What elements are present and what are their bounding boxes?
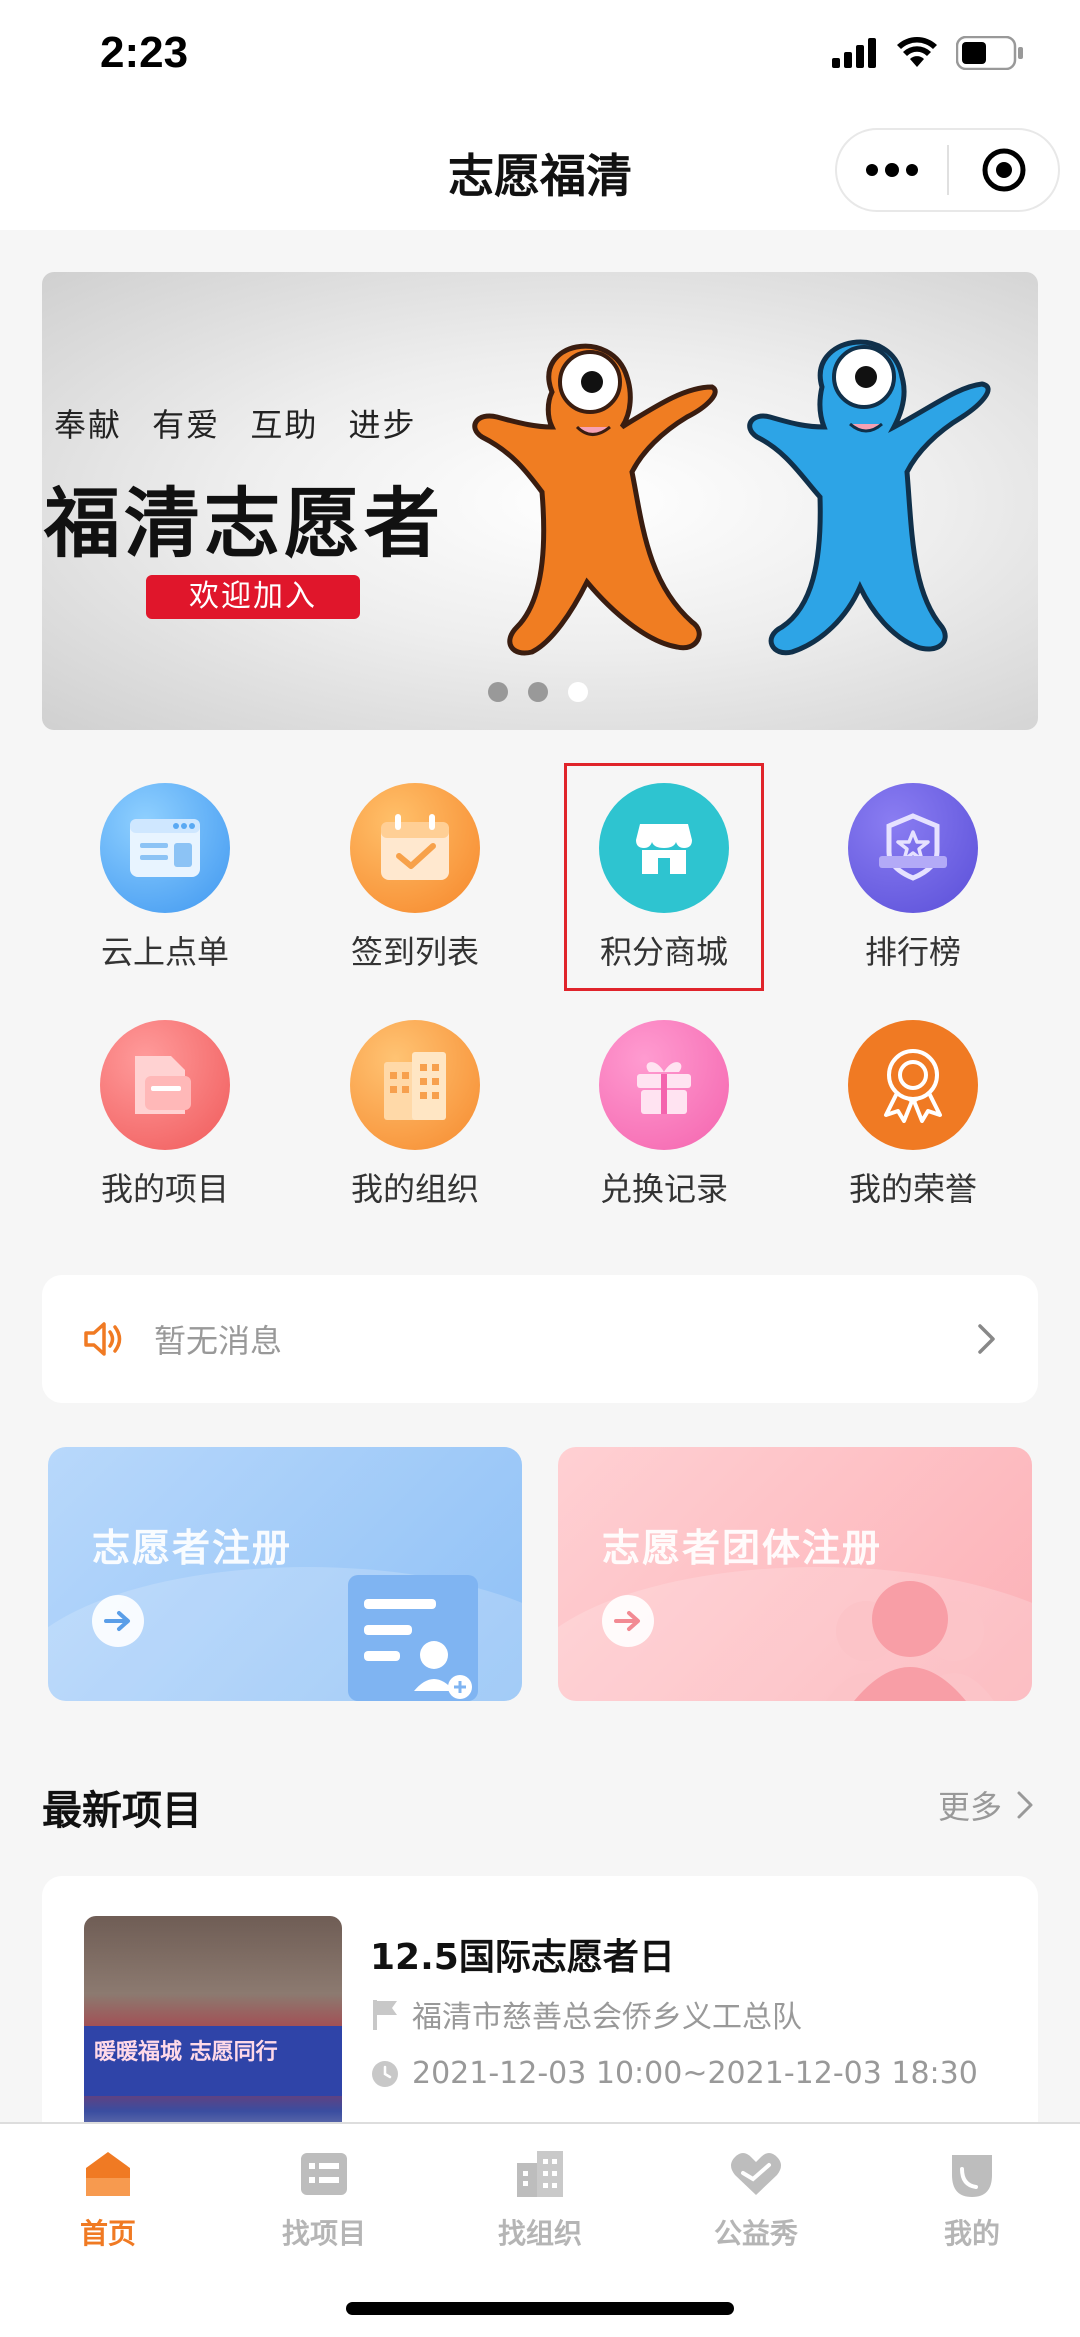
list-icon xyxy=(301,2153,347,2195)
tab-find-organizations[interactable]: 找组织 xyxy=(432,2142,648,2252)
clock-icon xyxy=(372,2060,398,2087)
notice-text: 暂无消息 xyxy=(154,1322,283,1360)
medal-icon xyxy=(884,1049,942,1123)
ellipsis-icon xyxy=(866,164,878,176)
banner-carousel[interactable]: 奉献 有爱 互助 进步 福清志愿者 欢迎加入 xyxy=(42,272,1038,730)
close-button[interactable] xyxy=(949,146,1058,194)
menu-points-mall[interactable]: 积分商城 xyxy=(539,783,789,983)
more-button[interactable] xyxy=(837,130,947,210)
blue-mascot xyxy=(747,339,991,656)
menu-label: 我的项目 xyxy=(100,1170,229,1208)
carousel-dot[interactable] xyxy=(488,682,508,702)
home-indicator xyxy=(346,2302,734,2315)
arrow-right-icon xyxy=(92,1595,144,1647)
organizer-text: 福清市慈善总会侨乡义工总队 xyxy=(412,2000,802,2035)
menu-label: 我的组织 xyxy=(350,1170,479,1208)
tab-charity-show[interactable]: 公益秀 xyxy=(648,2142,864,2252)
volunteer-register-card[interactable]: 志愿者注册 xyxy=(48,1447,522,1701)
speaker-icon xyxy=(84,1322,122,1356)
store-icon xyxy=(636,824,692,874)
register-form-icon xyxy=(348,1575,478,1701)
tab-label: 找组织 xyxy=(497,2217,582,2250)
status-bar: 2:23 xyxy=(0,0,1080,120)
banner-slogan: 奉献 有爱 互助 进步 xyxy=(54,406,417,444)
project-time: 2021-12-03 10:00~2021-12-03 18:30 xyxy=(370,2056,978,2091)
banner-headline: 福清志愿者 xyxy=(44,479,444,568)
flag-icon xyxy=(373,2000,397,2030)
menu-ranking[interactable]: 排行榜 xyxy=(788,783,1038,983)
card-title: 志愿者团体注册 xyxy=(602,1526,883,1570)
time-text: 2021-12-03 10:00~2021-12-03 18:30 xyxy=(412,2056,978,2091)
menu-label: 我的荣誉 xyxy=(848,1170,977,1208)
group-register-card[interactable]: 志愿者团体注册 xyxy=(558,1447,1032,1701)
profile-icon xyxy=(952,2155,992,2197)
orange-mascot xyxy=(472,343,718,656)
gift-icon xyxy=(637,1062,691,1114)
tab-mine[interactable]: 我的 xyxy=(864,2142,1080,2252)
chevron-right-icon xyxy=(1017,1791,1033,1819)
mascot-illustration xyxy=(472,339,991,656)
card-title: 志愿者注册 xyxy=(92,1526,293,1570)
carousel-indicator xyxy=(488,682,588,702)
menu-label: 积分商城 xyxy=(599,933,728,971)
menu-label: 云上点单 xyxy=(100,933,229,971)
more-link[interactable]: 更多 xyxy=(938,1782,1034,1828)
battery-icon xyxy=(956,36,1023,70)
heart-hands-icon xyxy=(731,2153,781,2195)
notice-bar[interactable]: 暂无消息 xyxy=(42,1275,1038,1403)
system-icons xyxy=(832,36,1024,70)
carousel-dot-active[interactable] xyxy=(568,682,588,702)
mini-program-capsule xyxy=(835,128,1060,212)
menu-cloud-order[interactable]: 云上点单 xyxy=(40,783,290,983)
ranking-badge-icon xyxy=(879,813,947,881)
join-button[interactable]: 欢迎加入 xyxy=(146,575,360,619)
thumbnail-banner-text: 暖暖福城 志愿同行 xyxy=(94,2040,278,2065)
tab-label: 我的 xyxy=(943,2217,1000,2250)
nav-bar: 志愿福清 xyxy=(0,120,1080,230)
menu-exchange-records[interactable]: 兑换记录 xyxy=(539,1020,789,1220)
target-icon xyxy=(982,148,1025,192)
menu-my-projects[interactable]: 我的项目 xyxy=(40,1020,290,1220)
carousel-dot[interactable] xyxy=(528,682,548,702)
menu-checkin-list[interactable]: 签到列表 xyxy=(290,783,540,983)
building-icon xyxy=(384,1052,446,1120)
tab-find-projects[interactable]: 找项目 xyxy=(216,2142,432,2252)
arrow-right-icon xyxy=(602,1595,654,1647)
calendar-check-icon xyxy=(381,814,449,880)
building-icon xyxy=(517,2151,563,2197)
status-time: 2:23 xyxy=(100,28,189,77)
menu-label: 签到列表 xyxy=(350,933,479,971)
wifi-icon xyxy=(897,37,937,67)
section-title: 最新项目 xyxy=(42,1788,202,1834)
menu-my-honors[interactable]: 我的荣誉 xyxy=(788,1020,1038,1220)
tab-label: 找项目 xyxy=(281,2217,366,2250)
group-icon xyxy=(826,1581,994,1701)
tab-label: 公益秀 xyxy=(713,2217,798,2250)
home-icon xyxy=(86,2152,130,2196)
tab-home[interactable]: 首页 xyxy=(0,2142,216,2252)
signal-icon xyxy=(832,38,876,68)
menu-label: 兑换记录 xyxy=(599,1170,728,1208)
project-name: 12.5国际志愿者日 xyxy=(370,1937,675,1978)
more-label: 更多 xyxy=(937,1788,1002,1826)
project-organizer: 福清市慈善总会侨乡义工总队 xyxy=(370,1992,802,2036)
menu-label: 排行榜 xyxy=(864,933,961,971)
menu-my-organization[interactable]: 我的组织 xyxy=(290,1020,540,1220)
chevron-right-icon xyxy=(978,1324,995,1354)
project-folder-icon xyxy=(135,1056,191,1114)
order-icon xyxy=(130,819,200,877)
tab-label: 首页 xyxy=(79,2217,136,2250)
